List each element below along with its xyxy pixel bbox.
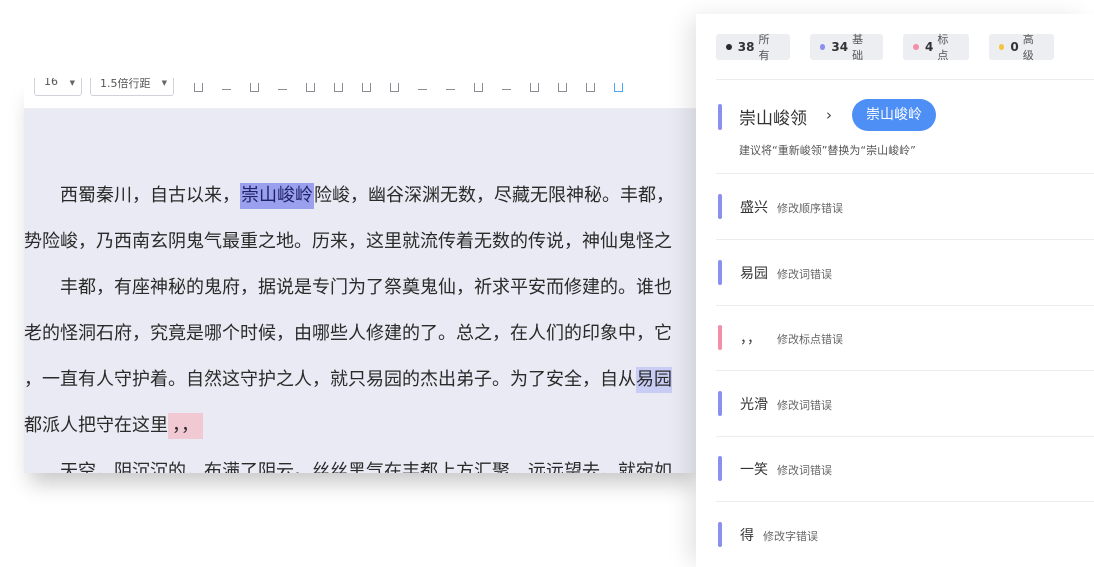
line-spacing-select[interactable]: 1.5倍行距 ▼: [90, 78, 174, 96]
line-spacing-value: 1.5倍行距: [100, 78, 151, 90]
text-line[interactable]: 都派人把守在这里，，: [24, 403, 700, 449]
document-editor[interactable]: 16 ▼ 1.5倍行距 ▼ 西蜀秦川，自古以来，崇山峻岭险峻，幽谷深渊无数，尽藏…: [24, 78, 700, 473]
panel-divider: [716, 79, 1094, 80]
error-description: 修改词错误: [777, 398, 832, 412]
text-run: 老的怪洞石府，究竟是哪个时候，由哪些人修建的了。总之，在人们的印象中，它: [24, 323, 672, 344]
chevron-down-icon: ▼: [69, 79, 75, 87]
divider-icon[interactable]: [502, 84, 511, 90]
image-icon[interactable]: [390, 82, 399, 92]
fullscreen-icon[interactable]: [586, 82, 595, 92]
filter-chip[interactable]: 4 标点: [903, 33, 969, 62]
filter-label: 标点: [937, 33, 949, 62]
error-word: 一笑: [740, 462, 768, 478]
list-icon[interactable]: [306, 82, 315, 92]
error-marker: [718, 390, 722, 416]
error-description: 修改词错误: [777, 267, 832, 281]
filter-count: 38: [737, 40, 755, 54]
text-line[interactable]: ，一直有人守护着。自然这守护之人，就只易园的杰出弟子。为了安全，自从易园: [24, 357, 700, 403]
text-line[interactable]: 西蜀秦川，自古以来，崇山峻岭险峻，幽谷深渊无数，尽藏无限神秘。丰都，: [24, 173, 700, 219]
quote-icon[interactable]: [334, 82, 343, 92]
suggestion-hint: 建议将“重新峻领”替换为“崇山峻岭”: [739, 144, 916, 157]
error-marker: [718, 104, 722, 130]
error-marker: [718, 456, 722, 481]
error-description: 修改标点错误: [777, 333, 843, 346]
error-word: 易园: [740, 265, 768, 282]
error-word: ，，: [740, 331, 761, 347]
editor-toolbar: 16 ▼ 1.5倍行距 ▼: [24, 78, 700, 109]
clear-format-icon[interactable]: [558, 82, 567, 92]
bold-icon[interactable]: [194, 82, 203, 92]
text-line[interactable]: 老的怪洞石府，究竟是哪个时候，由哪些人修建的了。总之，在人们的印象中，它: [24, 311, 700, 357]
error-list-item[interactable]: 易园 修改词错误: [716, 240, 1094, 305]
punctuation-error[interactable]: ，，: [168, 413, 203, 439]
table-icon[interactable]: [474, 82, 483, 92]
error-list-item[interactable]: 得修改字错误: [716, 502, 1094, 567]
text-run: 险峻，幽谷深渊无数，尽藏无限神秘。丰都，: [314, 185, 674, 206]
strikethrough-icon[interactable]: [278, 84, 287, 90]
word-error[interactable]: 易园: [636, 367, 672, 393]
text-run: 势险峻，乃西南玄阴鬼气最重之地。历来，这里就流传着无数的传说，神仙鬼怪之: [24, 231, 672, 252]
text-line[interactable]: 丰都，有座神秘的鬼府，据说是专门为了祭奠鬼仙，祈求平安而修建的。谁也: [24, 265, 700, 311]
original-word: 崇山峻领: [739, 109, 807, 129]
error-list-item[interactable]: 一笑 修改词错误: [716, 436, 1094, 501]
text-run: 都派人把守在这里: [24, 415, 168, 436]
link-icon[interactable]: [362, 82, 371, 92]
error-list-item[interactable]: 盛兴 修改顺序错误: [716, 174, 1094, 239]
error-marker: [718, 259, 722, 285]
text-run: 西蜀秦川，自古以来，: [60, 185, 240, 206]
text-run: 天空，阴沉沉的，布满了阴云。丝丝黑气在丰都上方汇聚，远远望去，就宛如: [60, 461, 672, 473]
suggestion-button[interactable]: 崇山峻岭: [852, 99, 936, 131]
error-marker: [718, 194, 722, 219]
proofread-icon[interactable]: [614, 82, 623, 92]
filter-count: 0: [1010, 40, 1019, 54]
filter-count: 4: [924, 40, 934, 54]
error-marker: [718, 521, 722, 547]
error-marker: [718, 325, 722, 350]
dot-icon: [913, 44, 919, 50]
error-description: 修改顺序错误: [777, 202, 843, 215]
error-word: 光滑: [740, 396, 768, 413]
underline-icon[interactable]: [250, 82, 259, 92]
text-run: ，一直有人守护着。自然这守护之人，就只易园的杰出弟子。为了安全，自从: [24, 369, 636, 390]
italic-icon[interactable]: [222, 84, 231, 90]
error-description: 修改词错误: [777, 464, 832, 477]
chevron-down-icon: ▼: [161, 79, 167, 87]
font-size-select[interactable]: 16 ▼: [34, 78, 82, 96]
selected-error-card[interactable]: 崇山峻领 › 崇山峻岭 建议将“重新峻领”替换为“崇山峻岭”: [716, 98, 1094, 173]
format-icons: [194, 79, 642, 95]
error-word: 得: [740, 527, 754, 544]
error-description: 修改字错误: [763, 529, 818, 543]
filter-chip[interactable]: 0 高级: [988, 33, 1054, 62]
filter-label: 高级: [1022, 33, 1034, 62]
error-word: 盛兴: [740, 200, 768, 216]
document-body[interactable]: 西蜀秦川，自古以来，崇山峻岭险峻，幽谷深渊无数，尽藏无限神秘。丰都， 势险峻，乃西…: [24, 173, 700, 473]
dot-icon: [819, 44, 826, 50]
highlighted-error[interactable]: 崇山峻岭: [240, 183, 314, 209]
text-color-icon[interactable]: [530, 82, 539, 92]
undo-icon[interactable]: [418, 84, 427, 90]
dot-icon: [726, 44, 732, 50]
dot-icon: [998, 44, 1005, 50]
text-run: 丰都，有座神秘的鬼府，据说是专门为了祭奠鬼仙，祈求平安而修建的。谁也: [60, 277, 672, 298]
filter-label: 基础: [852, 33, 864, 62]
filter-label: 所有: [758, 33, 770, 62]
redo-icon[interactable]: [446, 84, 455, 90]
error-list-item[interactable]: 光滑 修改词错误: [716, 371, 1094, 436]
text-line[interactable]: 天空，阴沉沉的，布满了阴云。丝丝黑气在丰都上方汇聚，远远望去，就宛如: [24, 449, 700, 473]
font-size-value: 16: [44, 78, 58, 88]
error-filter-bar: 38 所有 34 基础 4 标点 0 高级: [716, 33, 1074, 62]
filter-chip[interactable]: 34 基础: [809, 33, 884, 62]
arrow-right-icon: ›: [826, 106, 832, 124]
filter-count: 34: [831, 40, 849, 54]
text-line[interactable]: 势险峻，乃西南玄阴鬼气最重之地。历来，这里就流传着无数的传说，神仙鬼怪之: [24, 219, 700, 265]
filter-chip[interactable]: 38 所有: [716, 33, 790, 62]
proofread-panel: 38 所有 34 基础 4 标点 0 高级 崇山峻领 › 崇山峻岭 建议将“重新峻领”替换为“…: [696, 14, 1094, 567]
error-list-item[interactable]: ，， 修改标点错误: [716, 305, 1094, 370]
